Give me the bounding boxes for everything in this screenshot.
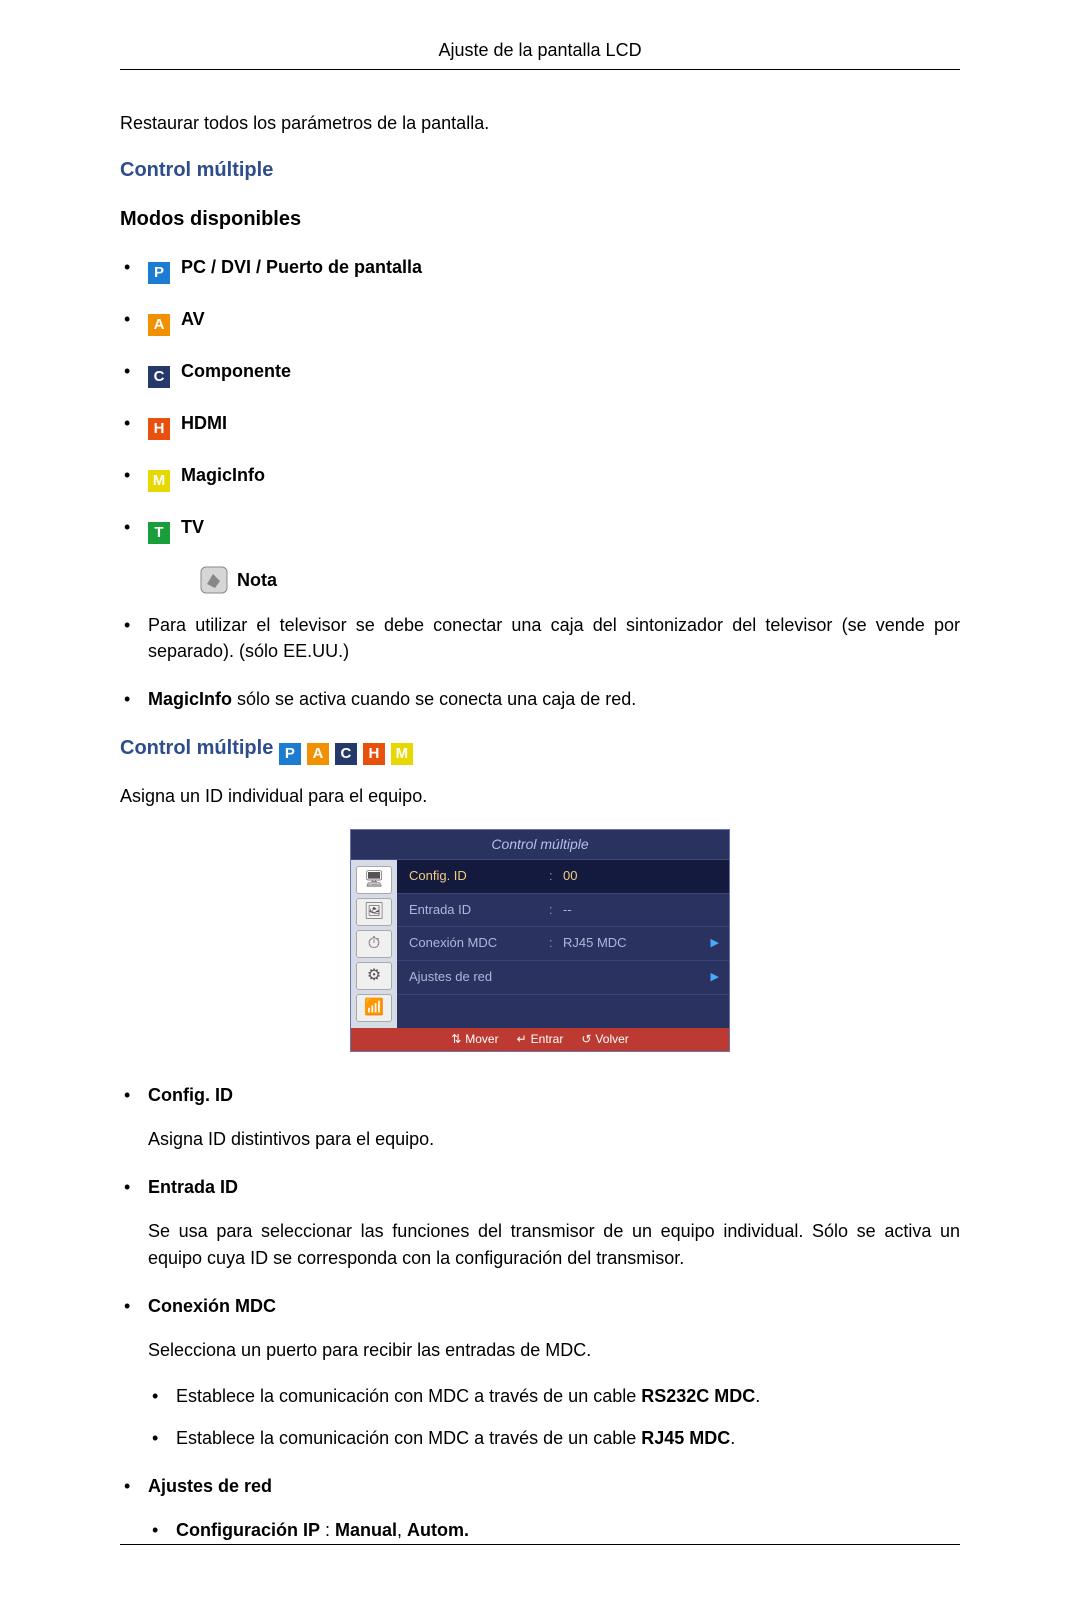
mode-label: HDMI <box>181 413 227 433</box>
mdc-sublist: Establece la comunicación con MDC a trav… <box>148 1383 960 1451</box>
badge-m-icon: M <box>391 743 413 765</box>
osd-label: Ajustes de red <box>409 968 549 987</box>
osd-side-icons: 🖥 🖼 ⏱ ⚙ 📶 <box>351 860 397 1028</box>
note-header: Nota <box>200 566 960 594</box>
mode-componente: C Componente <box>120 358 960 388</box>
note-bold: MagicInfo <box>148 689 232 709</box>
mode-tv: T TV <box>120 514 960 544</box>
definitions-list: Config. ID Asigna ID distintivos para el… <box>120 1082 960 1543</box>
section2-badges: PACHM <box>279 734 419 765</box>
def-title: Config. ID <box>148 1082 960 1108</box>
modes-list: P PC / DVI / Puerto de pantalla A AV C C… <box>120 254 960 544</box>
def-desc: Selecciona un puerto para recibir las en… <box>148 1337 960 1363</box>
osd-label: Config. ID <box>409 867 549 886</box>
section2-intro: Asigna un ID individual para el equipo. <box>120 783 960 809</box>
mode-hdmi: H HDMI <box>120 410 960 440</box>
badge-p-icon: P <box>279 743 301 765</box>
osd-side-icon-5[interactable]: 📶 <box>356 994 392 1022</box>
mode-av: A AV <box>120 306 960 336</box>
osd-footer-enter: ↵ Entrar <box>517 1031 564 1048</box>
def-config-id: Config. ID Asigna ID distintivos para el… <box>120 1082 960 1152</box>
osd-side-icon-4[interactable]: ⚙ <box>356 962 392 990</box>
page-header-title: Ajuste de la pantalla LCD <box>120 40 960 70</box>
note-label: Nota <box>237 570 277 590</box>
badge-c-icon: C <box>335 743 357 765</box>
note-icon <box>200 566 228 594</box>
def-conexion-mdc: Conexión MDC Selecciona un puerto para r… <box>120 1293 960 1451</box>
mode-label: MagicInfo <box>181 465 265 485</box>
osd-row-config-id[interactable]: Config. ID : 00 <box>397 860 729 894</box>
osd-value: 00 <box>563 867 717 886</box>
mode-badge-a-icon: A <box>148 314 170 336</box>
badge-h-icon: H <box>363 743 385 765</box>
osd-footer-move: ⇅ Mover <box>451 1031 498 1048</box>
osd-row-ajustes-red[interactable]: Ajustes de red ▶ <box>397 961 729 995</box>
mode-badge-h-icon: H <box>148 418 170 440</box>
badge-a-icon: A <box>307 743 329 765</box>
section-control-multiple-2-title: Control múltiple PACHM <box>120 734 960 765</box>
page-footer-rule <box>120 1544 960 1545</box>
mode-pc: P PC / DVI / Puerto de pantalla <box>120 254 960 284</box>
mode-magicinfo: M MagicInfo <box>120 462 960 492</box>
def-desc: Asigna ID distintivos para el equipo. <box>148 1126 960 1152</box>
osd-value: RJ45 MDC <box>563 934 717 953</box>
chevron-right-icon: ▶ <box>711 936 719 952</box>
ajustes-sub-ipconfig: Configuración IP : Manual, Autom. <box>148 1517 960 1543</box>
mode-label: AV <box>181 309 205 329</box>
osd-side-icon-2[interactable]: 🖼 <box>356 898 392 926</box>
def-title: Entrada ID <box>148 1174 960 1200</box>
note-rest: sólo se activa cuando se conecta una caj… <box>232 689 636 709</box>
mode-badge-t-icon: T <box>148 522 170 544</box>
note-item-2: MagicInfo sólo se activa cuando se conec… <box>120 686 960 712</box>
def-ajustes-red: Ajustes de red Configuración IP : Manual… <box>120 1473 960 1543</box>
osd-value: -- <box>563 901 717 920</box>
def-title: Conexión MDC <box>148 1293 960 1319</box>
def-desc: Se usa para seleccionar las funciones de… <box>148 1218 960 1270</box>
mode-badge-c-icon: C <box>148 366 170 388</box>
osd-side-icon-3[interactable]: ⏱ <box>356 930 392 958</box>
note-item-1: Para utilizar el televisor se debe conec… <box>120 612 960 664</box>
osd-menu: Control múltiple 🖥 🖼 ⏱ ⚙ 📶 Config. ID : … <box>350 829 730 1052</box>
modes-available-title: Modos disponibles <box>120 205 960 234</box>
def-title: Ajustes de red <box>148 1473 960 1499</box>
osd-footer: ⇅ Mover ↵ Entrar ↺ Volver <box>351 1028 729 1051</box>
restore-text: Restaurar todos los parámetros de la pan… <box>120 110 960 136</box>
def-entrada-id: Entrada ID Se usa para seleccionar las f… <box>120 1174 960 1270</box>
osd-side-icon-1[interactable]: 🖥 <box>356 866 392 894</box>
ajustes-sublist: Configuración IP : Manual, Autom. <box>148 1517 960 1543</box>
osd-row-conexion-mdc[interactable]: Conexión MDC : RJ45 MDC ▶ <box>397 927 729 961</box>
mode-badge-m-icon: M <box>148 470 170 492</box>
osd-label: Conexión MDC <box>409 934 549 953</box>
mode-badge-p-icon: P <box>148 262 170 284</box>
mode-label: Componente <box>181 361 291 381</box>
mode-label: TV <box>181 517 204 537</box>
osd-label: Entrada ID <box>409 901 549 920</box>
osd-row-entrada-id[interactable]: Entrada ID : -- <box>397 894 729 928</box>
osd-footer-back: ↺ Volver <box>581 1031 628 1048</box>
osd-title: Control múltiple <box>351 830 729 859</box>
section-control-multiple-title: Control múltiple <box>120 156 960 185</box>
chevron-right-icon: ▶ <box>711 970 719 986</box>
mdc-sub-rj45: Establece la comunicación con MDC a trav… <box>148 1425 960 1451</box>
mdc-sub-rs232c: Establece la comunicación con MDC a trav… <box>148 1383 960 1409</box>
mode-label: PC / DVI / Puerto de pantalla <box>181 257 422 277</box>
section2-title-text: Control múltiple <box>120 737 273 759</box>
notes-list: Para utilizar el televisor se debe conec… <box>120 612 960 712</box>
